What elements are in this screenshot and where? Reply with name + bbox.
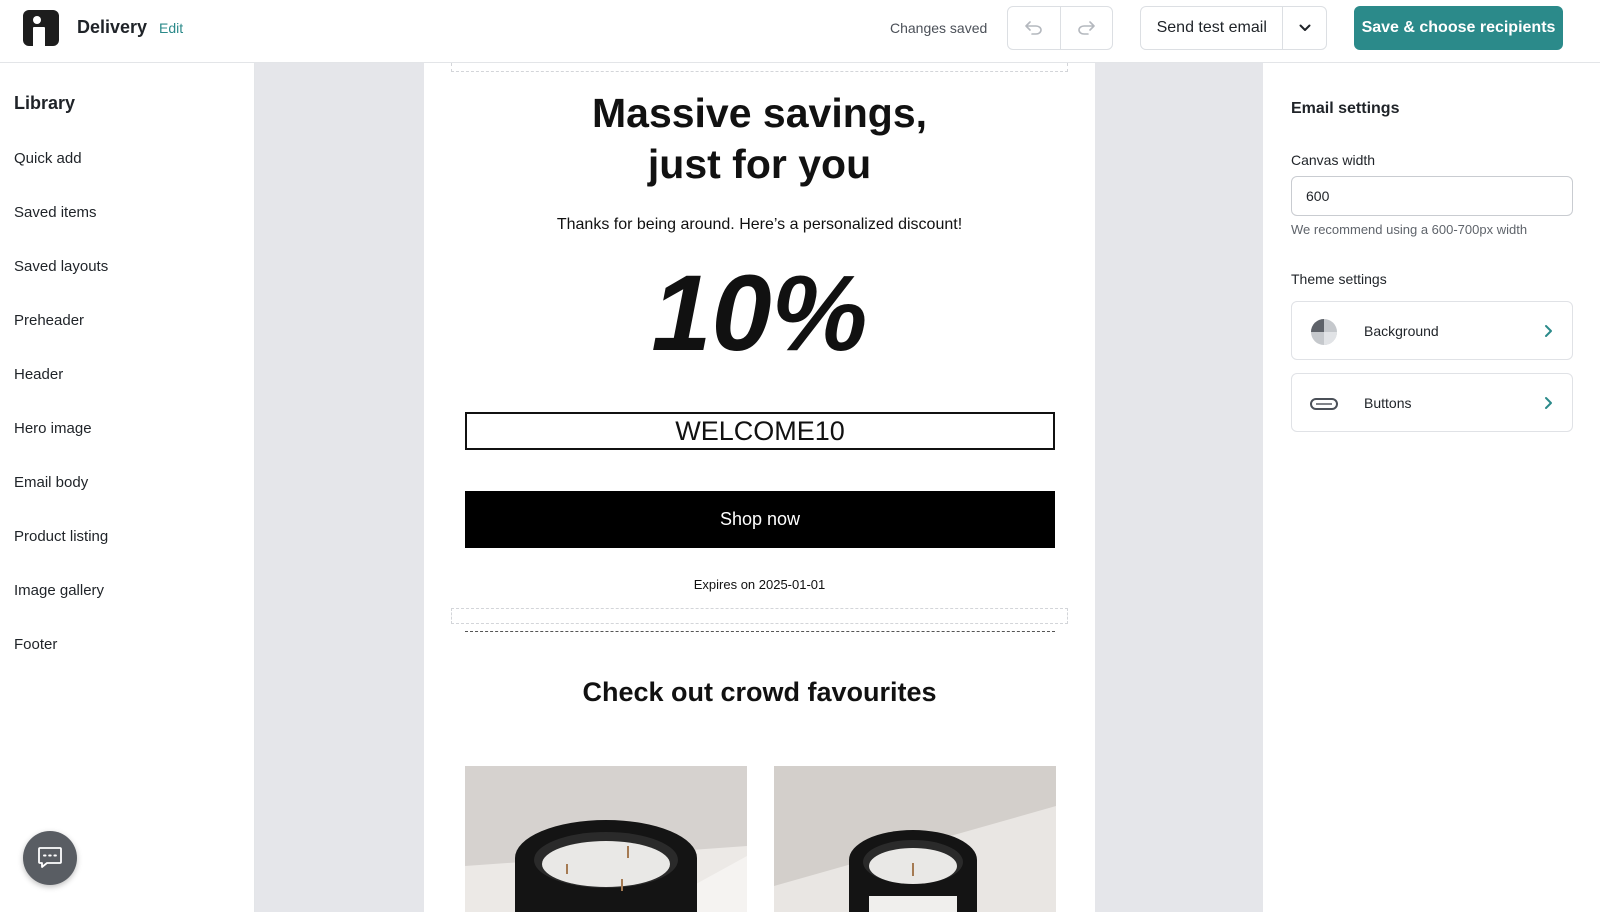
- undo-icon: [1025, 21, 1042, 35]
- save-status: Changes saved: [890, 20, 988, 36]
- edit-title-link[interactable]: Edit: [159, 20, 183, 36]
- email-subline[interactable]: Thanks for being around. Here’s a person…: [424, 216, 1095, 234]
- shop-now-button[interactable]: Shop now: [465, 491, 1055, 548]
- chevron-right-icon: [1545, 397, 1552, 409]
- background-icon: [1310, 318, 1338, 346]
- block-outline: [451, 63, 1068, 72]
- canvas-width-input[interactable]: [1291, 176, 1573, 216]
- product-image[interactable]: [774, 766, 1056, 912]
- chevron-down-icon: [1299, 24, 1311, 31]
- top-bar: Delivery Edit Changes saved Send test em…: [0, 0, 1600, 63]
- discount-code[interactable]: WELCOME10: [465, 412, 1055, 450]
- theme-background-label: Background: [1364, 323, 1439, 339]
- app-title: Delivery: [77, 17, 148, 37]
- buttons-icon: [1310, 390, 1338, 418]
- email-preview: Massive savings, just for you Thanks for…: [424, 63, 1095, 912]
- library-item-hero-image[interactable]: Hero image: [14, 420, 92, 437]
- save-choose-recipients-button[interactable]: Save & choose recipients: [1354, 6, 1563, 50]
- headline-line-2: just for you: [647, 141, 872, 187]
- library-panel: Library Quick add Saved items Saved layo…: [0, 63, 255, 912]
- redo-button[interactable]: [1059, 7, 1112, 49]
- library-item-saved-items[interactable]: Saved items: [14, 204, 97, 221]
- canvas-width-hint: We recommend using a 600-700px width: [1291, 222, 1528, 237]
- chat-support-button[interactable]: [23, 831, 77, 885]
- library-item-quick-add[interactable]: Quick add: [14, 150, 82, 167]
- redo-icon: [1078, 21, 1096, 35]
- library-item-footer[interactable]: Footer: [14, 636, 57, 653]
- app-logo-icon[interactable]: [23, 10, 59, 46]
- email-headline[interactable]: Massive savings, just for you: [424, 88, 1095, 190]
- expiry-text[interactable]: Expires on 2025-01-01: [424, 577, 1095, 592]
- discount-value[interactable]: 10%: [424, 258, 1095, 368]
- email-canvas: Massive savings, just for you Thanks for…: [255, 63, 1263, 912]
- send-test-email-button[interactable]: Send test email: [1141, 7, 1282, 49]
- chat-icon: [38, 847, 62, 868]
- library-item-image-gallery[interactable]: Image gallery: [14, 582, 104, 599]
- canvas-width-label: Canvas width: [1291, 152, 1376, 168]
- library-item-header[interactable]: Header: [14, 366, 63, 383]
- chevron-right-icon: [1545, 325, 1552, 337]
- email-settings-panel: Email settings Canvas width We recommend…: [1263, 63, 1600, 912]
- library-item-preheader[interactable]: Preheader: [14, 312, 84, 329]
- send-test-dropdown-button[interactable]: [1282, 7, 1326, 49]
- send-test-email-group: Send test email: [1140, 6, 1327, 50]
- theme-background-option[interactable]: Background: [1291, 301, 1573, 360]
- divider[interactable]: [465, 631, 1055, 632]
- theme-buttons-option[interactable]: Buttons: [1291, 373, 1573, 432]
- headline-line-1: Massive savings,: [591, 90, 928, 136]
- settings-title: Email settings: [1291, 100, 1400, 117]
- theme-settings-label: Theme settings: [1291, 271, 1387, 287]
- undo-redo-group: [1007, 6, 1113, 50]
- library-item-product-listing[interactable]: Product listing: [14, 528, 108, 545]
- library-item-email-body[interactable]: Email body: [14, 474, 88, 491]
- product-image[interactable]: [465, 766, 747, 912]
- block-separator: [451, 608, 1068, 624]
- section-title[interactable]: Check out crowd favourites: [424, 677, 1095, 708]
- library-item-saved-layouts[interactable]: Saved layouts: [14, 258, 108, 275]
- theme-buttons-label: Buttons: [1364, 395, 1412, 411]
- undo-button[interactable]: [1008, 7, 1060, 49]
- library-title: Library: [14, 93, 76, 113]
